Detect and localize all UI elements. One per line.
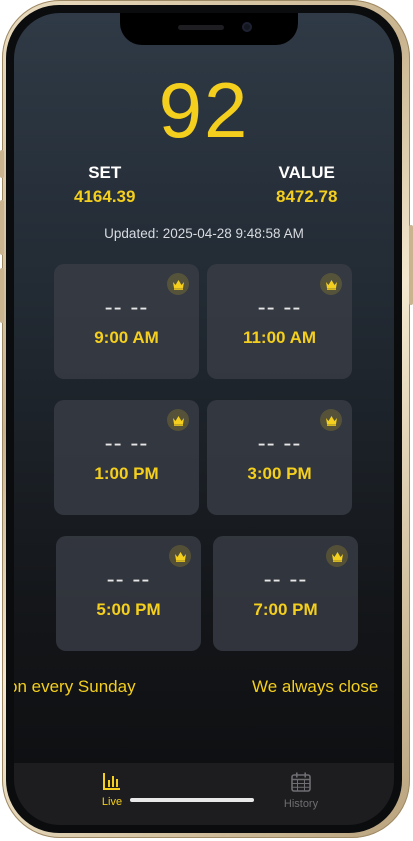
home-indicator[interactable] bbox=[130, 798, 254, 802]
tab-live[interactable]: Live bbox=[72, 771, 152, 808]
slot-result: -- -- bbox=[257, 294, 302, 321]
crown-icon bbox=[169, 545, 191, 567]
notch bbox=[120, 13, 298, 45]
set-value: 4164.39 bbox=[74, 187, 136, 206]
calendar-icon bbox=[290, 772, 312, 797]
side-button bbox=[409, 225, 413, 305]
speaker-grille bbox=[178, 25, 224, 30]
app-screen: 92 SET 4164.39 VALUE 8472.78 Updated: 20… bbox=[14, 13, 394, 825]
set-stat: SET 4164.39 bbox=[74, 163, 135, 207]
notice-ticker-right: We always close bbox=[252, 677, 379, 696]
updated-timestamp: Updated: 2025-04-28 9:48:58 AM bbox=[104, 226, 304, 241]
slot-result: -- -- bbox=[263, 566, 308, 593]
mute-switch bbox=[0, 150, 4, 178]
tab-history[interactable]: History bbox=[261, 771, 341, 810]
value-stat: VALUE 8472.78 bbox=[276, 163, 337, 207]
slot-card-11am[interactable]: -- -- 11:00 AM bbox=[207, 264, 352, 379]
slot-time: 9:00 AM bbox=[94, 328, 159, 347]
slot-time: 1:00 PM bbox=[94, 464, 159, 483]
value-value: 8472.78 bbox=[276, 187, 338, 206]
slot-result: -- -- bbox=[104, 294, 149, 321]
set-label: SET bbox=[88, 163, 122, 182]
crown-icon bbox=[320, 273, 342, 295]
slot-card-9am[interactable]: -- -- 9:00 AM bbox=[54, 264, 199, 379]
crown-icon bbox=[167, 409, 189, 431]
front-camera bbox=[242, 22, 252, 32]
volume-down-button bbox=[0, 268, 4, 323]
slot-time: 11:00 AM bbox=[242, 328, 317, 347]
slot-result: -- -- bbox=[106, 566, 151, 593]
main-result-number: 92 bbox=[158, 66, 250, 154]
slot-time: 3:00 PM bbox=[247, 464, 312, 483]
notice-ticker-left: on every Sunday bbox=[14, 677, 136, 696]
slot-card-7pm[interactable]: -- -- 7:00 PM bbox=[213, 536, 358, 651]
slot-card-5pm[interactable]: -- -- 5:00 PM bbox=[56, 536, 201, 651]
value-label: VALUE bbox=[278, 163, 335, 182]
slot-time: 7:00 PM bbox=[253, 600, 318, 619]
slot-card-3pm[interactable]: -- -- 3:00 PM bbox=[207, 400, 352, 515]
bar-chart-icon bbox=[102, 773, 122, 795]
slot-result: -- -- bbox=[104, 430, 149, 457]
slot-result: -- -- bbox=[257, 430, 302, 457]
crown-icon bbox=[320, 409, 342, 431]
crown-icon bbox=[167, 273, 189, 295]
slot-time: 5:00 PM bbox=[96, 600, 161, 619]
crown-icon bbox=[326, 545, 348, 567]
tab-bar: Live History bbox=[14, 763, 394, 825]
slot-card-1pm[interactable]: -- -- 1:00 PM bbox=[54, 400, 199, 515]
volume-up-button bbox=[0, 200, 4, 255]
tab-history-label: History bbox=[283, 798, 319, 810]
